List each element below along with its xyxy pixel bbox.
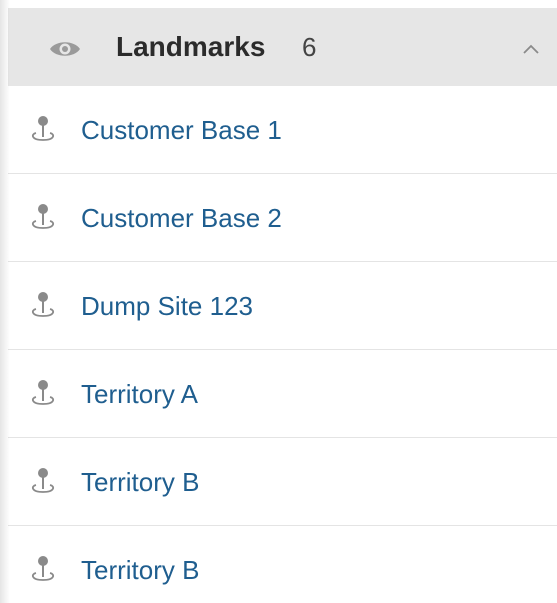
list-item-label: Customer Base 1 xyxy=(81,115,282,145)
list-item-label: Territory A xyxy=(81,379,199,409)
landmarks-header[interactable]: Landmarks 6 xyxy=(8,8,557,86)
map-pin-icon xyxy=(31,116,55,141)
map-pin-icon xyxy=(31,556,55,581)
list-item[interactable]: Dump Site 123 xyxy=(8,262,557,350)
map-pin-icon xyxy=(31,292,55,317)
eye-icon[interactable] xyxy=(48,38,82,60)
landmark-list: Customer Base 1 Customer Base 2 Dump Sit… xyxy=(8,86,557,603)
list-item[interactable]: Territory B xyxy=(8,526,557,603)
landmarks-title: Landmarks xyxy=(116,31,266,62)
map-pin-icon xyxy=(31,204,55,229)
chevron-up-icon[interactable] xyxy=(521,42,541,56)
list-item[interactable]: Territory B xyxy=(8,438,557,526)
landmarks-count: 6 xyxy=(302,32,317,62)
map-pin-icon xyxy=(31,380,55,405)
list-item-label: Customer Base 2 xyxy=(81,203,282,233)
list-item[interactable]: Customer Base 1 xyxy=(8,86,557,174)
list-item[interactable]: Customer Base 2 xyxy=(8,174,557,262)
list-item-label: Dump Site 123 xyxy=(81,291,253,321)
map-pin-icon xyxy=(31,468,55,493)
landmarks-panel: Landmarks 6 Customer Base 1 Customer Bas… xyxy=(0,0,557,603)
list-item[interactable]: Territory A xyxy=(8,350,557,438)
list-item-label: Territory B xyxy=(81,555,200,585)
list-item-label: Territory B xyxy=(81,467,200,497)
